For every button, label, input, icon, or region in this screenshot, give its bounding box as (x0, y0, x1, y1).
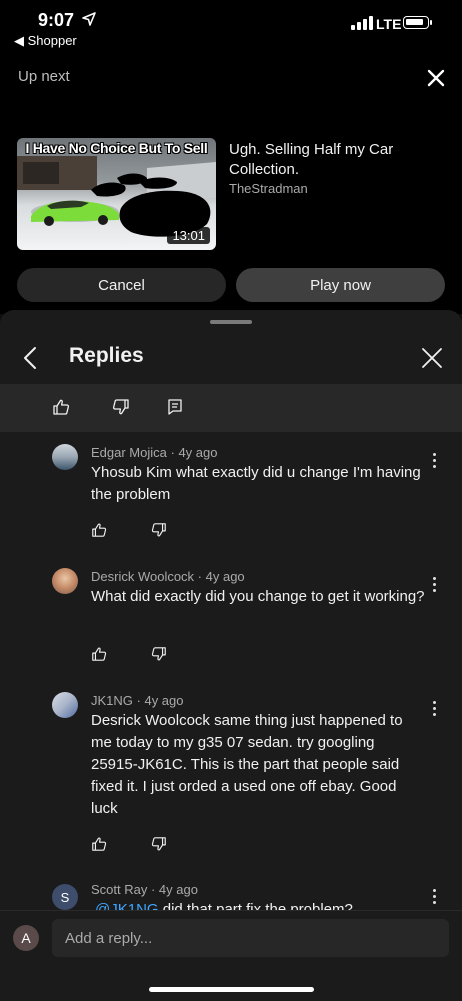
comment-meta: Edgar Mojica · 4y ago (91, 445, 218, 460)
comment-body: did that part fix the problem? (162, 901, 353, 910)
more-vertical-icon[interactable] (430, 452, 440, 470)
up-next-panel: Up next I Have No Choice But To Sell 13:… (0, 52, 462, 314)
comment-text: Yhosub Kim what exactly did u change I'm… (91, 464, 421, 503)
thumbs-up-icon[interactable] (52, 398, 70, 416)
close-icon[interactable] (420, 346, 444, 370)
avatar[interactable]: S (52, 884, 78, 910)
reply-input[interactable]: Add a reply... (52, 919, 449, 957)
comment-age: 4y ago (158, 882, 198, 897)
drag-handle[interactable] (210, 320, 252, 324)
comment-age: 4y ago (178, 445, 218, 460)
thumbs-down-icon[interactable] (112, 398, 130, 416)
video-channel[interactable]: TheStradman (229, 181, 308, 196)
avatar[interactable]: A (13, 925, 39, 951)
thumbnail-title: I Have No Choice But To Sell (25, 140, 208, 156)
network-type: LTE (376, 16, 402, 32)
video-thumbnail[interactable]: I Have No Choice But To Sell 13:01 (17, 138, 216, 250)
reply-composer: A Add a reply... (0, 910, 462, 1001)
avatar[interactable] (52, 444, 78, 470)
thumbs-up-icon[interactable] (91, 836, 107, 852)
mention-link[interactable]: @JK1NG (95, 901, 159, 910)
comment-item: S Scott Ray · 4y ago @JK1NG did that par… (0, 876, 462, 910)
back-to-app-link[interactable]: ◀ Shopper (14, 33, 77, 49)
comment-age: 4y ago (205, 569, 245, 584)
location-arrow-icon (82, 12, 96, 26)
comment-author[interactable]: Desrick Woolcock (91, 569, 194, 584)
play-now-button[interactable]: Play now (236, 268, 445, 302)
more-vertical-icon[interactable] (430, 700, 440, 718)
battery-icon (403, 16, 429, 29)
comment-text: Desrick Woolcock same thing just happene… (91, 712, 403, 817)
thumbs-down-icon[interactable] (151, 522, 167, 538)
back-chevron-icon[interactable] (20, 346, 40, 370)
comment-meta: Desrick Woolcock · 4y ago (91, 569, 245, 584)
comment-meta: JK1NG · 4y ago (91, 693, 184, 708)
comment-meta: Scott Ray · 4y ago (91, 882, 198, 897)
video-duration: 13:01 (167, 227, 210, 244)
comment-author[interactable]: Edgar Mojica (91, 445, 167, 460)
comment-author[interactable]: JK1NG (91, 693, 133, 708)
up-next-label: Up next (18, 68, 70, 85)
cancel-button[interactable]: Cancel (17, 268, 226, 302)
comment-age: 4y ago (144, 693, 184, 708)
signal-icon (351, 16, 373, 30)
more-vertical-icon[interactable] (430, 576, 440, 594)
status-bar: 9:07 ◀ Shopper LTE (0, 0, 462, 52)
replies-sheet: Replies Edgar Mojica · 4y ago Yhosub Kim… (0, 310, 462, 1000)
thumbs-up-icon[interactable] (91, 522, 107, 538)
thumbs-up-icon[interactable] (91, 646, 107, 662)
thumbs-down-icon[interactable] (151, 646, 167, 662)
video-title[interactable]: Ugh. Selling Half my Car Collection. (229, 140, 439, 180)
more-vertical-icon[interactable] (430, 888, 440, 906)
comment-text: @JK1NG did that part fix the problem? (95, 899, 429, 910)
comment-author[interactable]: Scott Ray (91, 882, 147, 897)
avatar[interactable] (52, 568, 78, 594)
reply-icon[interactable] (166, 398, 184, 416)
thumbs-down-icon[interactable] (151, 836, 167, 852)
replies-title: Replies (69, 344, 144, 367)
avatar[interactable] (52, 692, 78, 718)
parent-comment-actions (0, 384, 462, 432)
home-indicator[interactable] (149, 987, 314, 992)
close-icon[interactable] (424, 66, 448, 90)
comment-text: What did exactly did you change to get i… (91, 588, 425, 605)
status-time: 9:07 (38, 10, 75, 30)
